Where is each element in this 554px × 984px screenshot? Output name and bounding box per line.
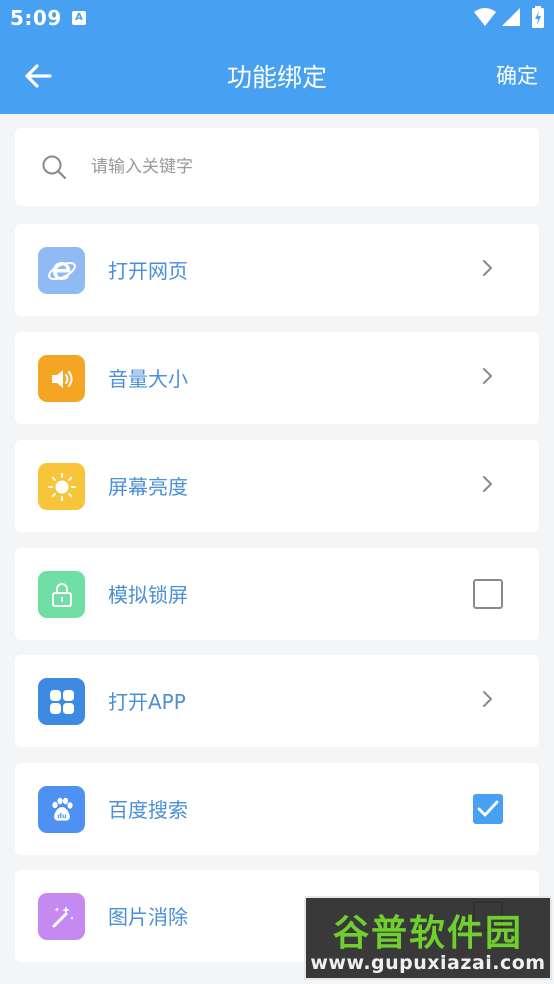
chevron-right-icon (483, 476, 492, 492)
item-label: 图片消除 (108, 905, 188, 929)
baidu-icon: du (38, 786, 85, 833)
item-label: 音量大小 (108, 367, 188, 391)
battery-icon (532, 6, 544, 28)
browser-icon (38, 247, 85, 294)
signal-icon (502, 8, 520, 26)
item-baidu-search[interactable]: du 百度搜索 (15, 763, 539, 855)
item-label: 屏幕亮度 (108, 475, 188, 499)
lock-checkbox[interactable] (473, 579, 503, 609)
page-title: 功能绑定 (226, 63, 327, 92)
search-icon (42, 155, 67, 180)
item-open-app[interactable]: 打开APP (15, 655, 539, 747)
item-volume[interactable]: 音量大小 (15, 332, 539, 424)
speaker-icon (38, 355, 85, 402)
item-simulate-lock[interactable]: 模拟锁屏 (15, 548, 539, 640)
chevron-right-icon (483, 368, 492, 384)
item-label: 模拟锁屏 (108, 583, 188, 607)
watermark-url: www.gupuxiazai.com (310, 952, 546, 974)
baidu-checkbox[interactable] (473, 794, 503, 824)
search-bar (15, 128, 539, 206)
chevron-right-icon (483, 691, 492, 707)
wifi-icon (474, 8, 496, 26)
item-brightness[interactable]: 屏幕亮度 (15, 440, 539, 532)
watermark-logo: 谷普软件园 www.gupuxiazai.com (304, 896, 552, 980)
magic-wand-icon (38, 893, 85, 940)
app-bar: 功能绑定 确定 (0, 36, 554, 114)
notification-icon: A (72, 11, 86, 25)
item-label: 打开APP (108, 690, 186, 714)
search-input[interactable] (91, 150, 511, 184)
item-label: 打开网页 (108, 259, 188, 283)
lock-icon (38, 571, 85, 618)
item-open-webpage[interactable]: 打开网页 (15, 224, 539, 316)
item-label: 百度搜索 (108, 798, 188, 822)
svg-text:du: du (57, 812, 67, 820)
status-time: 5:09 (10, 6, 62, 30)
apps-icon (38, 678, 85, 725)
check-icon (477, 800, 499, 817)
watermark-title: 谷普软件园 (332, 913, 523, 954)
chevron-right-icon (483, 260, 492, 276)
confirm-button[interactable]: 确定 (496, 60, 538, 90)
status-bar: 5:09 A (0, 0, 554, 36)
sun-icon (38, 463, 85, 510)
